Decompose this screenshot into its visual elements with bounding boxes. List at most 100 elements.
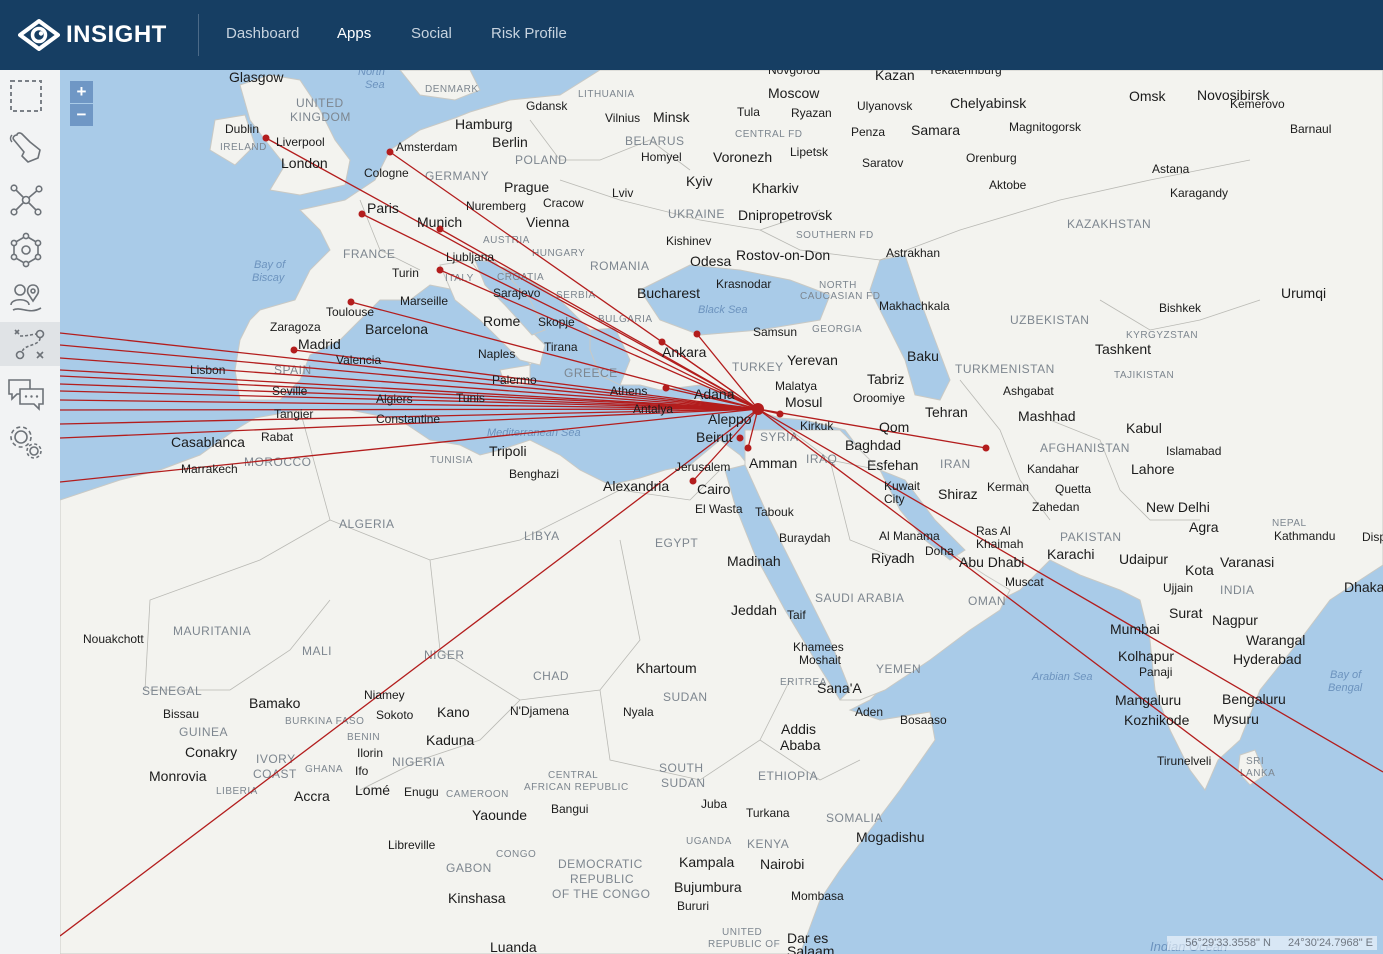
gears-icon [10, 426, 42, 459]
svg-text:Sana'A: Sana'A [817, 680, 862, 696]
svg-text:Baku: Baku [907, 348, 939, 364]
svg-text:Mombasa: Mombasa [791, 889, 844, 903]
svg-text:Zahedan: Zahedan [1032, 500, 1079, 514]
svg-text:Moscow: Moscow [768, 85, 820, 101]
svg-text:Hamburg: Hamburg [455, 116, 513, 132]
svg-text:MAURITANIA: MAURITANIA [173, 624, 251, 638]
svg-text:ROMANIA: ROMANIA [590, 259, 650, 273]
svg-text:Surat: Surat [1169, 605, 1203, 621]
nav-risk-profile[interactable]: Risk Profile [491, 25, 567, 42]
svg-text:Karachi: Karachi [1047, 546, 1094, 562]
coordinate-readout: 56°29'33.3558" N 24°30'24.7968" E [1167, 936, 1377, 950]
svg-text:Qom: Qom [879, 419, 909, 435]
map-view[interactable]: UNITED KINGDOM IRELAND DENMARK LITHUANIA… [60, 70, 1383, 954]
svg-text:Abu Dhabi: Abu Dhabi [959, 554, 1024, 570]
settings-tool[interactable] [4, 420, 48, 464]
svg-text:Bay of: Bay of [254, 259, 286, 271]
svg-text:Valencia: Valencia [336, 353, 381, 367]
network-graph-icon [10, 184, 43, 216]
svg-text:Kabul: Kabul [1126, 420, 1162, 436]
svg-text:Barnaul: Barnaul [1290, 122, 1331, 136]
top-navigation-bar: INSIGHT Dashboard Apps Social Risk Profi… [0, 0, 1383, 70]
svg-text:Omsk: Omsk [1129, 88, 1167, 104]
map-canvas[interactable]: UNITED KINGDOM IRELAND DENMARK LITHUANIA… [60, 70, 1383, 954]
svg-text:Ilorin: Ilorin [357, 746, 383, 760]
svg-text:KYRGYZSTAN: KYRGYZSTAN [1126, 330, 1198, 341]
svg-text:DENMARK: DENMARK [425, 84, 479, 95]
svg-text:El Wasta: El Wasta [695, 502, 743, 516]
app-logo[interactable]: INSIGHT [18, 17, 167, 53]
cluster-tool[interactable] [4, 228, 48, 272]
svg-text:Saratov: Saratov [862, 156, 903, 170]
svg-text:Doha: Doha [925, 544, 954, 558]
svg-text:Nairobi: Nairobi [760, 856, 804, 872]
nav-dashboard[interactable]: Dashboard [226, 25, 299, 42]
network-tool[interactable] [4, 178, 48, 222]
app-logo-text: INSIGHT [66, 21, 167, 48]
svg-text:Kandahar: Kandahar [1027, 462, 1079, 476]
svg-text:Bissau: Bissau [163, 707, 199, 721]
svg-text:Kinshasa: Kinshasa [448, 890, 506, 906]
svg-text:KAZAKHSTAN: KAZAKHSTAN [1067, 217, 1151, 231]
svg-text:CROATIA: CROATIA [497, 272, 544, 283]
svg-text:SOMALIA: SOMALIA [826, 811, 883, 825]
svg-text:Islamabad: Islamabad [1166, 444, 1221, 458]
svg-text:Jerusalem: Jerusalem [675, 460, 730, 474]
svg-text:Karagandy: Karagandy [1170, 186, 1228, 200]
svg-text:LITHUANIA: LITHUANIA [578, 89, 635, 100]
svg-text:Alexandria: Alexandria [603, 478, 669, 494]
svg-text:Disp: Disp [1362, 530, 1383, 544]
svg-text:YEMEN: YEMEN [876, 662, 921, 676]
svg-text:Casablanca: Casablanca [171, 434, 245, 450]
svg-text:Bosaaso: Bosaaso [900, 713, 947, 727]
svg-text:Zaragoza: Zaragoza [270, 320, 321, 334]
svg-text:Varanasi: Varanasi [1220, 554, 1274, 570]
svg-text:London: London [281, 155, 328, 171]
chat-tool[interactable] [4, 372, 48, 416]
svg-text:Ashgabat: Ashgabat [1003, 384, 1054, 398]
svg-text:Constantine: Constantine [376, 412, 440, 426]
svg-text:UNITED: UNITED [722, 927, 762, 938]
hand-touch-tool[interactable] [4, 126, 48, 170]
svg-text:Riyadh: Riyadh [871, 550, 915, 566]
chat-bubbles-icon [8, 379, 44, 411]
svg-text:SUDAN: SUDAN [663, 690, 708, 704]
people-location-tool[interactable] [4, 276, 48, 320]
svg-text:BELARUS: BELARUS [625, 134, 685, 148]
svg-text:Niamey: Niamey [364, 688, 405, 702]
cluster-icon [10, 232, 42, 268]
nav-apps[interactable]: Apps [337, 25, 371, 42]
svg-text:Kota: Kota [1185, 562, 1214, 578]
svg-text:Kolhapur: Kolhapur [1118, 648, 1174, 664]
svg-text:Taif: Taif [787, 608, 806, 622]
svg-text:Ujjain: Ujjain [1163, 581, 1193, 595]
svg-text:UKRAINE: UKRAINE [668, 207, 725, 221]
svg-text:REPUBLIC OF: REPUBLIC OF [708, 939, 780, 950]
zoom-in-button[interactable]: + [70, 81, 93, 103]
svg-text:Lisbon: Lisbon [190, 363, 225, 377]
svg-text:CENTRAL FD: CENTRAL FD [735, 129, 802, 140]
svg-text:Nouakchott: Nouakchott [83, 632, 144, 646]
route-tool[interactable] [0, 322, 60, 366]
svg-text:Adana: Adana [694, 386, 735, 402]
svg-text:Naples: Naples [478, 347, 515, 361]
svg-text:Sokoto: Sokoto [376, 708, 414, 722]
svg-text:Mangaluru: Mangaluru [1115, 692, 1181, 708]
dashed-square-icon [10, 80, 42, 112]
svg-text:Rabat: Rabat [261, 430, 294, 444]
zoom-out-button[interactable]: − [70, 104, 93, 126]
svg-text:Dnipropetrovsk: Dnipropetrovsk [738, 207, 833, 223]
svg-text:Al Manama: Al Manama [879, 529, 940, 543]
svg-text:Kozhikode: Kozhikode [1124, 712, 1190, 728]
select-area-tool[interactable] [4, 74, 48, 118]
svg-text:Bamako: Bamako [249, 695, 301, 711]
svg-text:Kathmandu: Kathmandu [1274, 529, 1335, 543]
svg-text:PAKISTAN: PAKISTAN [1060, 530, 1122, 544]
svg-text:Bururi: Bururi [677, 899, 709, 913]
svg-text:Urumqi: Urumqi [1281, 285, 1326, 301]
svg-text:Tirunelveli: Tirunelveli [1157, 754, 1211, 768]
nav-social[interactable]: Social [411, 25, 452, 42]
svg-text:Vienna: Vienna [526, 214, 570, 230]
svg-text:INDIA: INDIA [1220, 583, 1255, 597]
svg-text:UGANDA: UGANDA [686, 836, 732, 847]
